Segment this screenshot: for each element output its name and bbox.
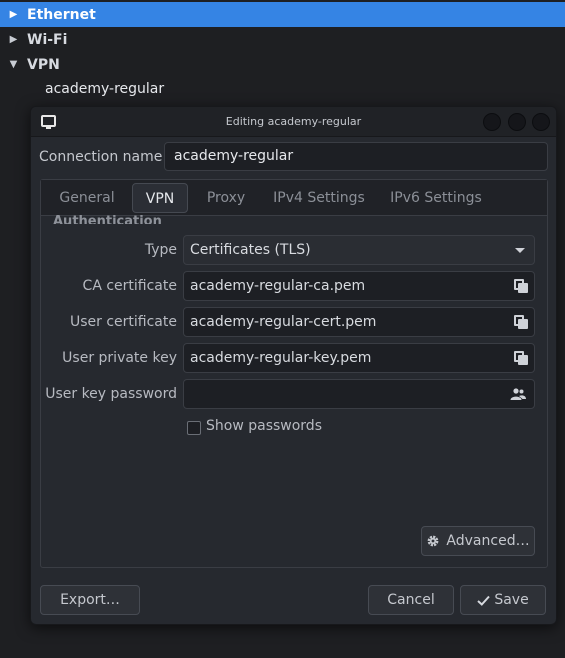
minimize-button[interactable] — [483, 113, 501, 131]
tab-ipv6-settings[interactable]: IPv6 Settings — [384, 183, 488, 213]
advanced-label: Advanced… — [446, 533, 530, 549]
check-icon — [477, 595, 491, 606]
vpn-connection-item[interactable]: academy-regular — [45, 78, 164, 100]
authentication-heading: Authentication — [53, 214, 162, 224]
connection-group-ethernet[interactable]: ▶ Ethernet — [0, 2, 565, 27]
show-passwords-checkbox[interactable] — [187, 421, 201, 435]
connection-group-label: Ethernet — [27, 6, 96, 23]
dialog-titlebar[interactable]: Editing academy-regular — [31, 107, 556, 137]
show-passwords-label[interactable]: Show passwords — [206, 418, 322, 434]
user-private-key-field[interactable]: academy-regular-key.pem — [183, 343, 535, 373]
type-label: Type — [144, 242, 177, 258]
settings-notebook: General VPN Proxy IPv4 Settings IPv6 Set… — [40, 179, 548, 568]
file-chooser-icon[interactable] — [514, 279, 528, 293]
triangle-right-icon: ▶ — [9, 34, 18, 45]
tab-vpn[interactable]: VPN — [132, 183, 188, 213]
save-label: Save — [494, 592, 529, 608]
export-label: Export… — [60, 592, 120, 608]
ca-certificate-value: academy-regular-ca.pem — [190, 278, 366, 294]
file-chooser-icon[interactable] — [514, 315, 528, 329]
connection-name-input[interactable]: academy-regular — [164, 142, 548, 171]
connection-group-vpn[interactable]: ▼ VPN — [0, 52, 565, 77]
connection-group-label: VPN — [27, 56, 60, 73]
triangle-down-icon: ▼ — [9, 59, 18, 70]
user-key-password-label: User key password — [45, 386, 177, 402]
maximize-button[interactable] — [508, 113, 526, 131]
user-key-password-input[interactable] — [183, 379, 535, 409]
dialog-title: Editing academy-regular — [225, 115, 362, 128]
type-dropdown[interactable]: Certificates (TLS) — [183, 235, 535, 265]
edit-connection-dialog: Editing academy-regular Connection name … — [30, 106, 557, 625]
user-private-key-label: User private key — [62, 350, 177, 366]
user-certificate-field[interactable]: academy-regular-cert.pem — [183, 307, 535, 337]
ca-certificate-field[interactable]: academy-regular-ca.pem — [183, 271, 535, 301]
tab-bar: General VPN Proxy IPv4 Settings IPv6 Set… — [41, 180, 547, 216]
save-button[interactable]: Save — [460, 585, 546, 615]
tab-general[interactable]: General — [53, 183, 121, 213]
export-button[interactable]: Export… — [40, 585, 140, 615]
connection-group-label: Wi-Fi — [27, 31, 68, 48]
tab-proxy[interactable]: Proxy — [199, 183, 253, 213]
close-button[interactable] — [532, 113, 550, 131]
file-chooser-icon[interactable] — [514, 351, 528, 365]
user-certificate-value: academy-regular-cert.pem — [190, 314, 377, 330]
cancel-button[interactable]: Cancel — [368, 585, 454, 615]
user-private-key-value: academy-regular-key.pem — [190, 350, 372, 366]
ca-certificate-label: CA certificate — [82, 278, 177, 294]
user-certificate-label: User certificate — [69, 314, 177, 330]
users-icon[interactable] — [510, 388, 526, 400]
connection-name-label: Connection name — [39, 149, 163, 165]
tab-ipv4-settings[interactable]: IPv4 Settings — [267, 183, 371, 213]
cancel-label: Cancel — [387, 592, 435, 608]
gear-icon — [428, 535, 439, 547]
chevron-down-icon — [515, 248, 525, 253]
triangle-right-icon: ▶ — [9, 9, 18, 20]
type-value: Certificates (TLS) — [190, 242, 311, 258]
connection-group-wifi[interactable]: ▶ Wi-Fi — [0, 27, 565, 52]
advanced-button[interactable]: Advanced… — [421, 526, 535, 556]
